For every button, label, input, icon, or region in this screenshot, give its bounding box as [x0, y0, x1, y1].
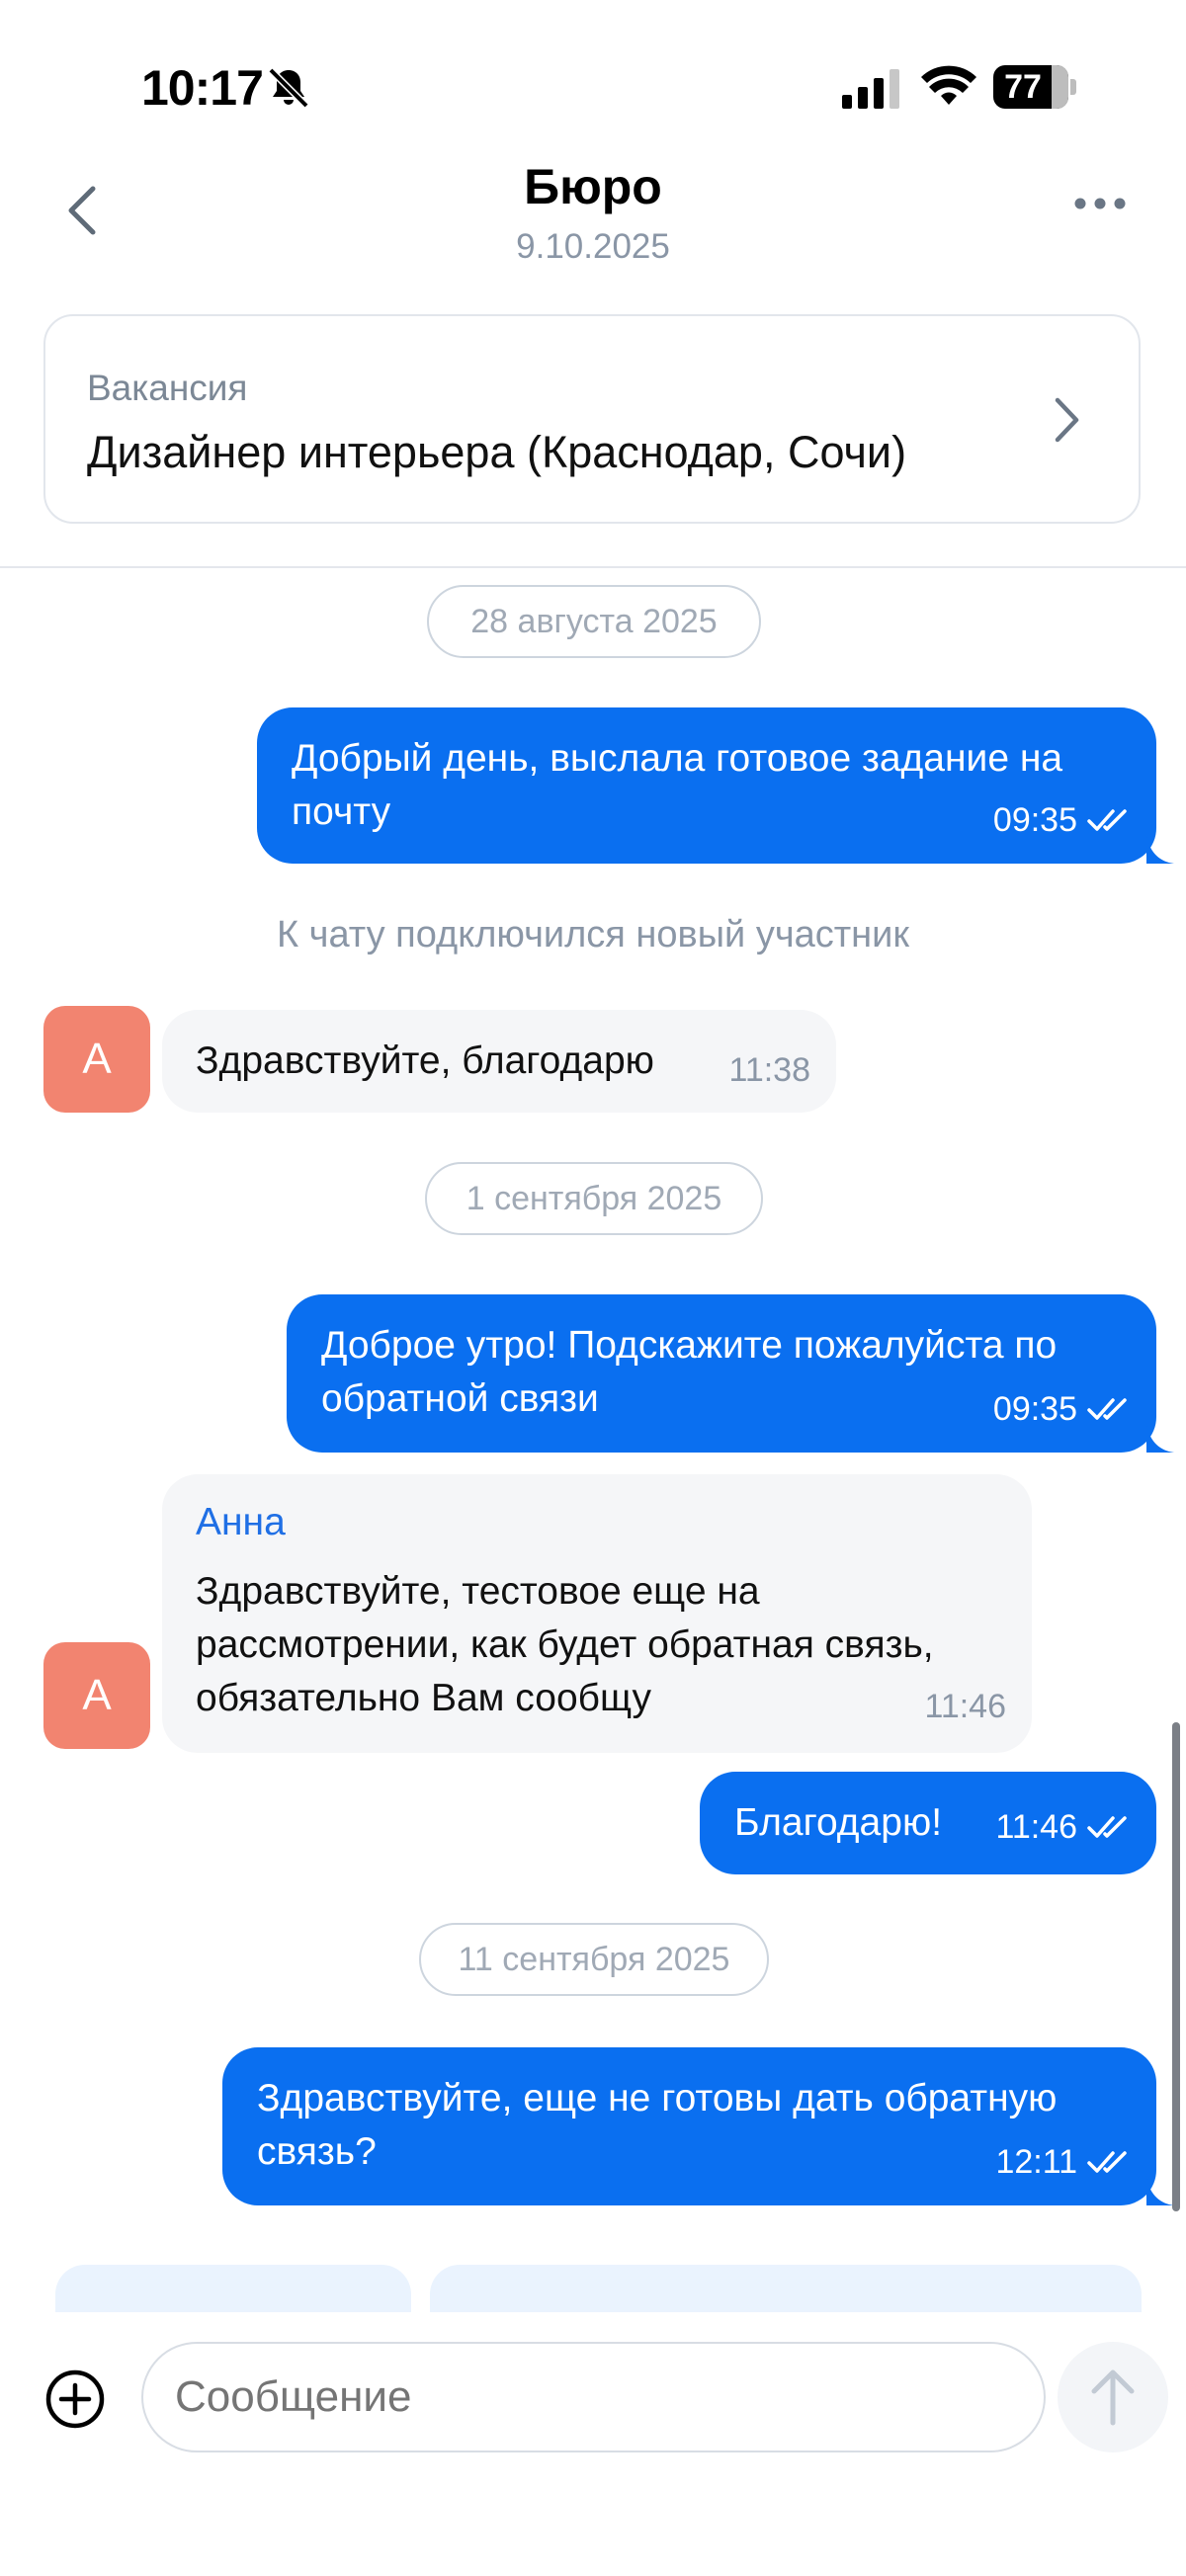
chevron-right-icon	[1055, 397, 1079, 443]
message-time: 11:46	[995, 1808, 1077, 1846]
outgoing-message: Благодарю! 11:46	[700, 1772, 1156, 1874]
incoming-message: Здравствуйте, благодарю 11:38	[162, 1010, 836, 1113]
sender-name[interactable]: Анна	[196, 1496, 286, 1549]
message-text-line: Здравствуйте, тестовое еще на	[196, 1570, 760, 1613]
date-separator: 28 августа 2025	[427, 585, 761, 658]
message-text-line: Добрый день, выслала готовое задание на	[292, 737, 1063, 780]
bubble-tail	[1146, 1425, 1174, 1453]
message-time: 12:11	[995, 2143, 1077, 2181]
bubble-tail	[1146, 836, 1174, 864]
message-text-line: обязательно Вам сообщу	[196, 1677, 651, 1719]
double-check-icon	[1087, 1398, 1127, 1420]
system-message: К чату подключился новый участник	[276, 914, 910, 956]
message-time: 09:35	[992, 1390, 1077, 1428]
more-icon[interactable]	[1072, 194, 1128, 213]
battery-level: 77	[1004, 68, 1042, 106]
message-text-line: Доброе утро! Подскажите пожалуйста по	[321, 1324, 1058, 1367]
vacancy-card[interactable]: Вакансия Дизайнер интерьера (Краснодар, …	[43, 314, 1141, 524]
send-arrow-icon	[1091, 2369, 1135, 2426]
double-check-icon	[1087, 809, 1127, 831]
status-time: 10:17	[141, 60, 264, 116]
double-check-icon	[1087, 1816, 1127, 1838]
message-time: 11:38	[728, 1051, 810, 1089]
message-time: 11:46	[924, 1688, 1006, 1725]
suggestion-chips	[0, 2263, 1186, 2312]
message-text: Здравствуйте, благодарю	[196, 1039, 654, 1082]
date-separator: 1 сентября 2025	[425, 1162, 763, 1235]
message-time: 09:35	[992, 801, 1077, 839]
battery-icon: 77	[993, 65, 1076, 109]
outgoing-message: Здравствуйте, еще не готовы дать обратну…	[222, 2047, 1156, 2205]
outgoing-message: Доброе утро! Подскажите пожалуйста по об…	[287, 1294, 1156, 1453]
message-text: Благодарю!	[734, 1801, 943, 1844]
plus-icon[interactable]	[43, 2368, 107, 2431]
double-check-icon	[1087, 2151, 1127, 2173]
signal-icon	[842, 69, 899, 109]
outgoing-message: Добрый день, выслала готовое задание на …	[257, 707, 1156, 864]
suggestion-chip[interactable]	[55, 2265, 411, 2312]
message-text-line: связь?	[257, 2130, 377, 2173]
avatar[interactable]: А	[43, 1642, 150, 1749]
date-separator: 11 сентября 2025	[419, 1923, 769, 1996]
vacancy-title: Дизайнер интерьера (Краснодар, Сочи)	[87, 427, 907, 477]
scrollbar[interactable]	[1172, 1722, 1180, 2211]
send-button[interactable]	[1058, 2342, 1168, 2452]
message-input[interactable]	[141, 2342, 1046, 2452]
incoming-message: Анна Здравствуйте, тестовое еще на рассм…	[162, 1474, 1032, 1753]
bell-slash-icon	[268, 67, 309, 109]
message-text-line: Здравствуйте, еще не готовы дать обратну…	[257, 2077, 1058, 2119]
avatar[interactable]: А	[43, 1006, 150, 1113]
chat-subtitle-date: 9.10.2025	[516, 227, 670, 266]
header-divider	[0, 566, 1186, 568]
wifi-icon	[921, 65, 976, 105]
message-text-line: обратной связи	[321, 1377, 599, 1420]
message-text-line: рассмотрении, как будет обратная связь,	[196, 1623, 934, 1666]
suggestion-chip[interactable]	[430, 2265, 1142, 2312]
chat-title: Бюро	[524, 159, 662, 214]
message-text-line: почту	[292, 790, 391, 833]
vacancy-label: Вакансия	[87, 368, 248, 408]
